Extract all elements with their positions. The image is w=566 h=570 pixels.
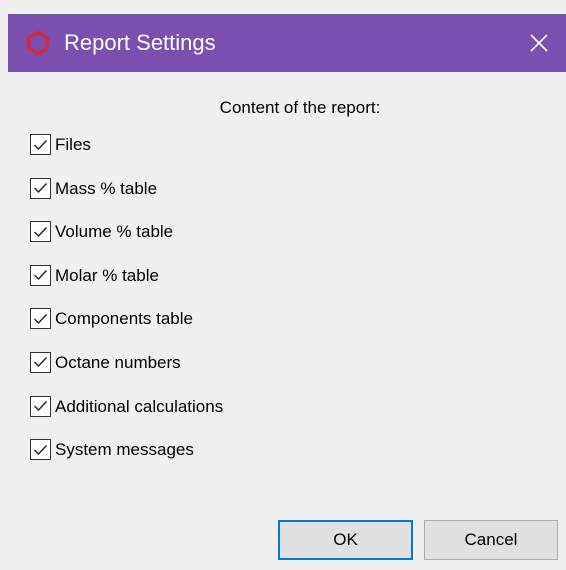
option-label: System messages [55,440,194,460]
checkmark-icon [34,139,48,150]
cancel-button[interactable]: Cancel [424,520,558,560]
additional-calculations-checkbox[interactable] [30,395,51,417]
option-label: Files [55,135,91,154]
report-content-options: Files Mass % table Volume % table Molar … [30,134,223,483]
hexagon-logo-icon [26,31,50,55]
checkmark-icon [34,357,48,368]
title-bar: Report Settings [8,14,566,72]
option-octane-numbers[interactable]: Octane numbers [30,351,223,396]
close-icon [530,34,548,52]
octane-numbers-checkbox[interactable] [30,351,51,373]
checkmark-icon [34,401,48,412]
option-mass-table[interactable]: Mass % table [30,177,223,222]
option-label: Octane numbers [55,352,181,372]
option-additional-calculations[interactable]: Additional calculations [30,395,224,440]
window-title: Report Settings [64,30,216,55]
option-label: Mass % table [55,178,158,198]
checkmark-icon [34,270,48,281]
option-label: Components table [55,309,193,329]
checkmark-icon [34,444,48,455]
option-label: Additional calculations [55,396,224,416]
volume-table-checkbox[interactable] [30,221,51,243]
checkmark-icon [34,226,48,237]
ok-button[interactable]: OK [278,520,413,560]
close-button[interactable] [518,22,560,64]
files-checkbox[interactable] [30,134,51,155]
system-messages-checkbox[interactable] [30,439,51,461]
components-table-checkbox[interactable] [30,308,51,330]
report-settings-dialog: Report Settings Content of the report: F… [0,0,566,570]
content-heading: Content of the report: [219,98,381,117]
molar-table-checkbox[interactable] [30,264,51,286]
option-files[interactable]: Files [30,134,223,178]
option-components-table[interactable]: Components table [30,308,223,352]
mass-table-checkbox[interactable] [30,177,51,199]
checkmark-icon [34,313,48,324]
option-volume-table[interactable]: Volume % table [30,221,223,265]
option-label: Volume % table [55,222,174,242]
option-system-messages[interactable]: System messages [30,439,223,483]
option-label: Molar % table [55,265,159,285]
checkmark-icon [34,183,48,194]
option-molar-table[interactable]: Molar % table [30,264,223,309]
